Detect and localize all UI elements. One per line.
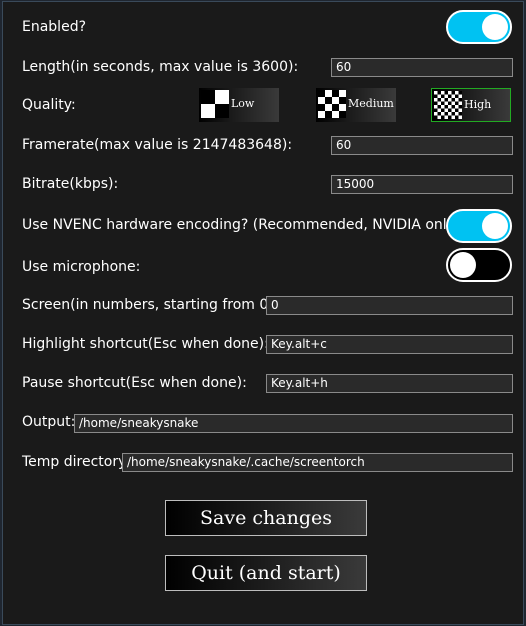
highlight-shortcut-field[interactable]: Key.alt+c (266, 335, 513, 354)
framerate-label: Framerate(max value is 2147483648): (22, 137, 293, 153)
length-label: Length(in seconds, max value is 3600): (22, 59, 299, 75)
quality-medium-button[interactable]: Medium (316, 88, 396, 122)
length-field[interactable]: 60 (331, 58, 513, 77)
screen-field[interactable]: 0 (266, 296, 513, 315)
toggle-knob (450, 252, 476, 278)
highlight-shortcut-label: Highlight shortcut(Esc when done): (22, 336, 269, 352)
toggle-knob (482, 14, 508, 40)
quality-label: Quality: (22, 97, 76, 113)
microphone-label: Use microphone: (22, 259, 141, 275)
pause-shortcut-label: Pause shortcut(Esc when done): (22, 375, 247, 391)
quit-and-start-button[interactable]: Quit (and start) (165, 555, 367, 591)
nvenc-toggle[interactable] (446, 209, 512, 243)
bitrate-label: Bitrate(kbps): (22, 176, 119, 192)
output-field[interactable]: /home/sneakysnake (74, 414, 513, 433)
save-changes-button[interactable]: Save changes (165, 500, 367, 536)
microphone-toggle[interactable] (446, 248, 512, 282)
quality-medium-label: Medium (348, 97, 394, 110)
output-label: Output: (22, 414, 76, 430)
enabled-label: Enabled? (22, 19, 87, 35)
bitrate-field[interactable]: 15000 (331, 175, 513, 194)
quality-low-label: Low (231, 97, 255, 110)
quality-high-button[interactable]: High (431, 88, 511, 122)
temp-directory-field[interactable]: /home/sneakysnake/.cache/screentorch (122, 453, 513, 472)
screen-label: Screen(in numbers, starting from 0): (22, 297, 279, 313)
framerate-field[interactable]: 60 (331, 136, 513, 155)
medium-quality-checker-icon (318, 90, 346, 118)
temp-directory-label: Temp directory: (22, 454, 131, 470)
quality-high-label: High (464, 98, 492, 111)
high-quality-checker-icon (434, 91, 462, 119)
toggle-knob (482, 213, 508, 239)
low-quality-checker-icon (201, 90, 229, 118)
quality-low-button[interactable]: Low (199, 88, 279, 122)
nvenc-label: Use NVENC hardware encoding? (Recommende… (22, 217, 461, 233)
settings-window: Enabled? Length(in seconds, max value is… (2, 1, 524, 625)
pause-shortcut-field[interactable]: Key.alt+h (266, 374, 513, 393)
enabled-toggle[interactable] (446, 10, 512, 44)
